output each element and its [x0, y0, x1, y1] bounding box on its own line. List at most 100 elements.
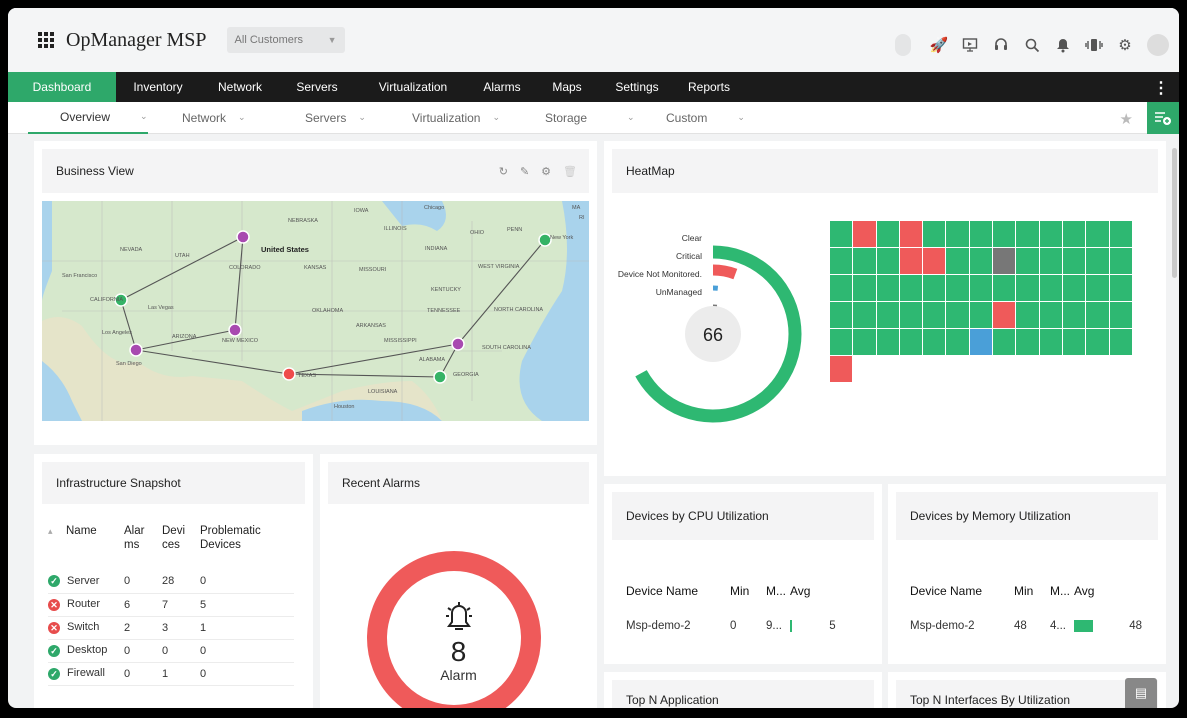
- heatmap-cell[interactable]: [969, 221, 993, 247]
- heatmap-cell[interactable]: [876, 248, 899, 274]
- tab-custom[interactable]: Custom ⌄: [666, 102, 745, 134]
- bell-icon[interactable]: [1054, 36, 1072, 54]
- heatmap-cell[interactable]: [876, 329, 899, 355]
- row-name[interactable]: Firewall: [67, 667, 105, 679]
- nav-settings[interactable]: Settings: [602, 72, 672, 102]
- heatmap-cell[interactable]: [1016, 248, 1039, 274]
- sort-icon[interactable]: ▴: [48, 524, 66, 570]
- nav-servers[interactable]: Servers: [280, 72, 354, 102]
- tab-overview[interactable]: Overview ⌄: [28, 102, 148, 134]
- business-view-map[interactable]: United States NEBRASKA IOWA Chicago ILLI…: [42, 201, 589, 421]
- heatmap-cell[interactable]: [993, 302, 1016, 328]
- col-avg[interactable]: Avg: [790, 574, 836, 608]
- heatmap-cell[interactable]: [946, 302, 969, 328]
- device-name[interactable]: Msp-demo-2: [626, 608, 730, 644]
- heatmap-cell[interactable]: [1039, 275, 1062, 301]
- heatmap-cell[interactable]: [923, 302, 946, 328]
- heatmap-cell[interactable]: [830, 248, 853, 274]
- toggle-pill[interactable]: [895, 34, 911, 56]
- chat-icon[interactable]: ▤: [1125, 678, 1157, 708]
- tab-network[interactable]: Network ⌄: [182, 102, 246, 134]
- nav-network[interactable]: Network: [200, 72, 280, 102]
- heatmap-cell[interactable]: [1062, 248, 1086, 274]
- row-name[interactable]: Desktop: [67, 644, 107, 656]
- col-devices[interactable]: Devi ces: [162, 524, 200, 570]
- heatmap-cell[interactable]: [1109, 248, 1132, 274]
- table-row[interactable]: ✓ Server 0 28 0: [48, 570, 294, 594]
- device-name[interactable]: Msp-demo-2: [910, 608, 1014, 644]
- nav-maps[interactable]: Maps: [532, 72, 602, 102]
- headset-icon[interactable]: [992, 36, 1010, 54]
- col-problematic[interactable]: Problematic Devices: [200, 524, 294, 570]
- col-device-name[interactable]: Device Name: [910, 574, 1014, 608]
- page-scrollbar[interactable]: [1172, 148, 1177, 278]
- heatmap-cell[interactable]: [899, 221, 923, 247]
- heatmap-cell[interactable]: [1062, 329, 1086, 355]
- heatmap-cell[interactable]: [946, 221, 969, 247]
- heatmap-cell[interactable]: [853, 275, 876, 301]
- heatmap-cell[interactable]: [830, 221, 853, 247]
- heatmap-cell[interactable]: [876, 221, 899, 247]
- row-name[interactable]: Server: [67, 575, 99, 587]
- search-icon[interactable]: [1023, 36, 1041, 54]
- heatmap-cell[interactable]: [1016, 329, 1039, 355]
- heatmap-cell[interactable]: [946, 248, 969, 274]
- heatmap-cell[interactable]: [1086, 329, 1109, 355]
- heatmap-cell[interactable]: [969, 275, 993, 301]
- table-row[interactable]: ✓ Firewall 0 1 0: [48, 662, 294, 686]
- heatmap-cell[interactable]: [993, 329, 1016, 355]
- col-name[interactable]: Name: [66, 524, 124, 570]
- heatmap-cell[interactable]: [830, 356, 853, 382]
- heatmap-cell[interactable]: [969, 302, 993, 328]
- row-name[interactable]: Switch: [67, 621, 99, 633]
- heatmap-cell[interactable]: [830, 275, 853, 301]
- col-min[interactable]: Min: [730, 574, 766, 608]
- heatmap-cell[interactable]: [853, 302, 876, 328]
- table-row[interactable]: ✕ Switch 2 3 1: [48, 616, 294, 640]
- heatmap-cell[interactable]: [993, 275, 1016, 301]
- heatmap-cell[interactable]: [1016, 221, 1039, 247]
- favorite-star-icon[interactable]: ★: [1120, 110, 1133, 128]
- edit-icon[interactable]: ✎: [520, 165, 529, 178]
- nav-inventory[interactable]: Inventory: [116, 72, 200, 102]
- col-avg[interactable]: Avg: [1074, 574, 1142, 608]
- heatmap-cell[interactable]: [923, 221, 946, 247]
- tab-storage[interactable]: Storage ⌄: [545, 102, 635, 134]
- heatmap-cell[interactable]: [1086, 221, 1109, 247]
- col-max[interactable]: M...: [766, 574, 790, 608]
- col-max[interactable]: M...: [1050, 574, 1074, 608]
- heatmap-cell[interactable]: [876, 302, 899, 328]
- heatmap-cell[interactable]: [899, 248, 923, 274]
- table-row[interactable]: ✓ Desktop 0 0 0: [48, 639, 294, 663]
- heatmap-cell[interactable]: [1039, 248, 1062, 274]
- heatmap-cell[interactable]: [993, 248, 1016, 274]
- nav-dashboard[interactable]: Dashboard: [8, 72, 116, 102]
- customer-select[interactable]: All Customers ▼: [226, 27, 345, 53]
- row-name[interactable]: Router: [67, 598, 100, 610]
- heatmap-cell[interactable]: [830, 302, 853, 328]
- settings-icon[interactable]: ⚙: [541, 165, 551, 178]
- gear-icon[interactable]: ⚙: [1116, 36, 1134, 54]
- heatmap-cell[interactable]: [1016, 302, 1039, 328]
- heatmap-cell[interactable]: [830, 329, 853, 355]
- heatmap-cell[interactable]: [1039, 302, 1062, 328]
- tab-servers[interactable]: Servers ⌄: [305, 102, 366, 134]
- heatmap-cell[interactable]: [853, 329, 876, 355]
- heatmap-cell[interactable]: [1062, 302, 1086, 328]
- heatmap-cell[interactable]: [1109, 302, 1132, 328]
- table-row[interactable]: Msp-demo-2 0 9... 5: [626, 608, 836, 644]
- heatmap-cell[interactable]: [1016, 275, 1039, 301]
- tab-virtualization[interactable]: Virtualization ⌄: [412, 102, 500, 134]
- heatmap-cell[interactable]: [1039, 329, 1062, 355]
- heatmap-cell[interactable]: [876, 275, 899, 301]
- heatmap-cell[interactable]: [969, 329, 993, 355]
- heatmap-cell[interactable]: [923, 248, 946, 274]
- heatmap-cell[interactable]: [923, 275, 946, 301]
- heatmap-cell[interactable]: [1086, 248, 1109, 274]
- heatmap-cell[interactable]: [946, 329, 969, 355]
- col-device-name[interactable]: Device Name: [626, 574, 730, 608]
- table-row[interactable]: Msp-demo-2 48 4... 48: [910, 608, 1142, 644]
- vibrate-icon[interactable]: [1085, 36, 1103, 54]
- more-menu-icon[interactable]: ⋮: [1153, 78, 1169, 98]
- heatmap-cell[interactable]: [1086, 275, 1109, 301]
